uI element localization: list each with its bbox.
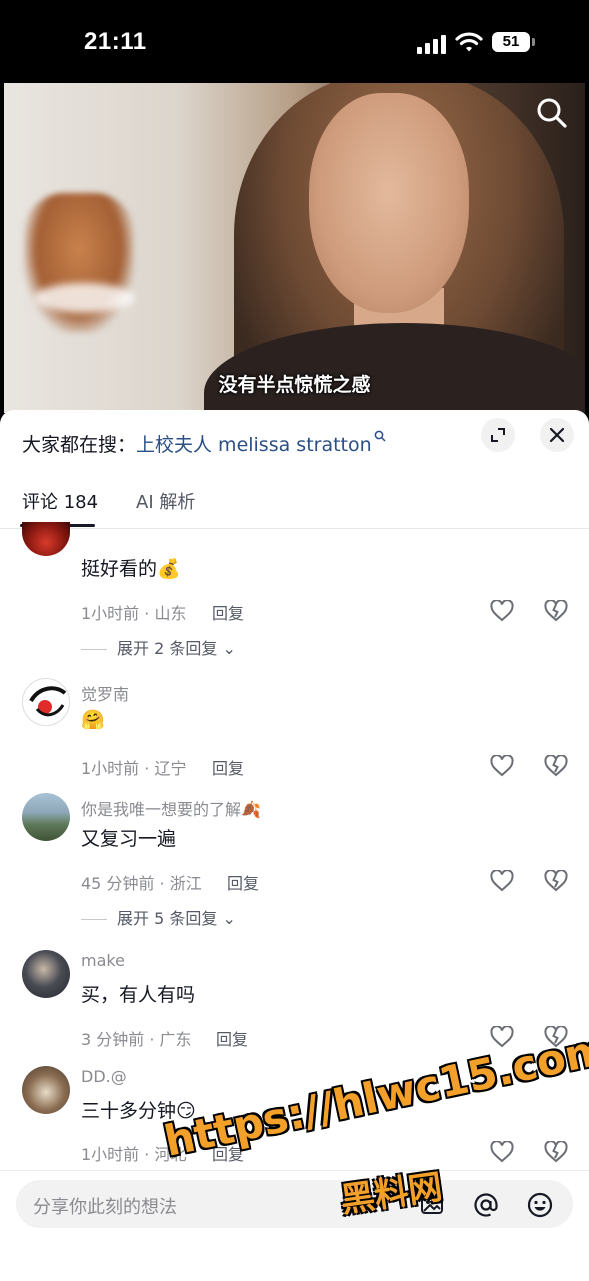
avatar[interactable] [22,793,70,841]
avatar[interactable] [22,522,70,556]
comment-meta: 1小时前 · 河北 [81,1145,187,1164]
reply-button[interactable]: 回复 [212,755,244,779]
comment-username[interactable]: 你是我唯一想要的了解🍂 [81,796,261,820]
comment-tabs: 评论 184 AI 解析 [0,488,589,529]
video-subtitle: 没有半点惊慌之感 [218,374,371,396]
battery-icon: 51 [492,32,530,52]
broken-heart-icon[interactable] [544,1141,568,1163]
broken-heart-icon[interactable] [544,755,568,777]
video-player[interactable] [4,83,585,413]
heart-icon[interactable] [490,1141,514,1163]
divider [81,649,107,650]
image-icon[interactable] [419,1192,445,1218]
comment-text: 买，有人有吗 [81,984,196,1006]
comment-meta: 45 分钟前 · 浙江 [81,874,202,893]
comment-emoji: 😏 [176,1100,196,1122]
expand-replies-label: 展开 5 条回复 [117,909,218,928]
comment-text: 挺好看的💰 [81,558,181,580]
comment-meta: 1小时前 · 辽宁 [81,759,187,778]
comment-username-emoji: 🍂 [241,800,261,819]
comment-emoji: 💰 [157,558,181,580]
status-bar: 21:11 51 [0,0,589,83]
battery-tip [532,38,535,46]
status-time: 21:11 [84,28,147,55]
search-icon[interactable] [534,95,570,131]
tab-ai-analysis[interactable]: AI 解析 [136,488,195,514]
wifi-icon [455,32,483,52]
comment-text: 🤗 [81,708,105,731]
comment-text: 又复习一遍 [81,828,177,850]
comment-username[interactable]: 觉罗南 [81,681,129,705]
reply-button[interactable]: 回复 [212,600,244,624]
reply-button[interactable]: 回复 [212,1141,244,1165]
video-subject-face [309,93,469,313]
comment-input-bar: 分享你此刻的想法 [0,1170,589,1281]
comment-text: 三十多分钟😏 [81,1100,196,1122]
close-sheet-button[interactable] [540,418,574,452]
broken-heart-icon[interactable] [544,600,568,622]
expand-replies-label: 展开 2 条回复 [117,639,218,658]
comment-meta: 1小时前 · 山东 [81,604,187,623]
avatar[interactable] [22,950,70,998]
heart-icon[interactable] [490,755,514,777]
heart-icon[interactable] [490,600,514,622]
heart-icon[interactable] [490,1026,514,1048]
tab-comments[interactable]: 评论 184 [22,488,98,514]
close-icon [549,427,565,443]
chevron-down-icon: ⌄ [222,909,236,928]
expand-replies-button[interactable]: 展开 5 条回复 ⌄ [81,905,236,929]
chevron-down-icon: ⌄ [222,639,236,658]
comment-input-placeholder: 分享你此刻的想法 [33,1197,177,1218]
expand-replies-button[interactable]: 展开 2 条回复 ⌄ [81,635,236,659]
comment-username[interactable]: DD.@ [81,1067,127,1086]
comment-username[interactable]: make [81,951,125,970]
emoji-icon[interactable] [527,1192,553,1218]
avatar[interactable] [22,678,70,726]
expand-sheet-button[interactable] [481,418,515,452]
divider [81,919,107,920]
comment-emoji: 🤗 [81,709,105,731]
broken-heart-icon[interactable] [544,870,568,892]
reply-button[interactable]: 回复 [216,1026,248,1050]
avatar[interactable] [22,1066,70,1114]
small-search-icon [374,430,386,442]
comment-input[interactable]: 分享你此刻的想法 [16,1180,573,1228]
hot-search-prefix: 大家都在搜： [22,434,137,456]
hot-search-query[interactable]: 上校夫人 melissa stratton [136,434,372,456]
hot-search[interactable]: 大家都在搜：上校夫人 melissa stratton [22,430,386,457]
heart-icon[interactable] [490,870,514,892]
battery-level: 51 [502,33,520,50]
comment-meta: 3 分钟前 · 广东 [81,1030,192,1049]
broken-heart-icon[interactable] [544,1026,568,1048]
expand-icon [491,428,505,442]
cellular-signal-icon [417,34,447,54]
comments-sheet: 大家都在搜：上校夫人 melissa stratton 评论 184 AI 解析… [0,410,589,1280]
at-mention-icon[interactable] [473,1192,499,1218]
video-background-glow [34,283,134,313]
reply-button[interactable]: 回复 [227,870,259,894]
avatar-art [29,686,67,717]
